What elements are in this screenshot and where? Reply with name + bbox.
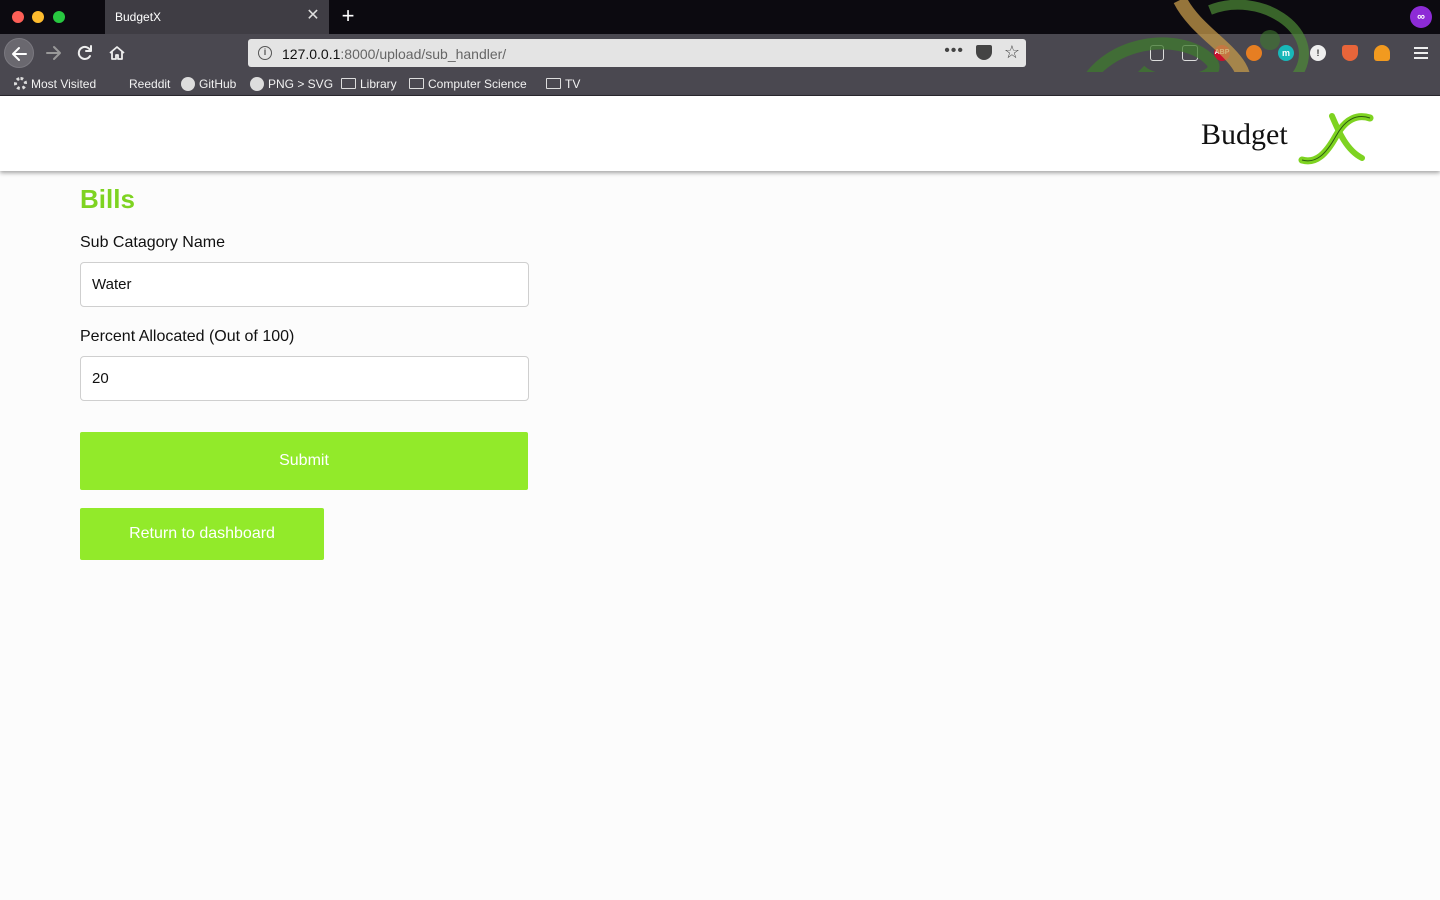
window-maximize-button[interactable] <box>53 11 65 23</box>
bookmark-label: Most Visited <box>31 77 97 91</box>
private-browsing-icon: ∞ <box>1410 6 1432 28</box>
folder-icon <box>546 78 561 90</box>
window-close-button[interactable] <box>12 11 24 23</box>
sub-category-label: Sub Catagory Name <box>80 234 225 251</box>
hamburger-menu-icon[interactable] <box>1414 44 1428 60</box>
url-host: 127.0.0.1 <box>282 46 341 62</box>
logo-text: Budget <box>1201 118 1288 151</box>
forward-button[interactable] <box>38 38 68 68</box>
bookmark-png-svg[interactable]: PNG > SVG <box>250 76 333 92</box>
bookmark-computer-science[interactable]: Computer Science <box>409 76 527 92</box>
bookmark-star-icon[interactable]: ☆ <box>1004 42 1020 62</box>
back-button[interactable] <box>4 38 34 68</box>
site-info-icon[interactable]: i <box>258 46 272 60</box>
bookmark-github[interactable]: GitHub <box>181 76 236 92</box>
tab-title: BudgetX <box>115 10 162 24</box>
bookmark-most-visited[interactable]: Most Visited <box>14 76 96 92</box>
folder-icon <box>341 78 356 90</box>
github-icon <box>181 76 195 91</box>
pocket-icon[interactable] <box>976 45 992 60</box>
reload-button[interactable] <box>70 38 100 68</box>
bookmark-library[interactable]: Library <box>341 76 397 92</box>
bookmarks-toolbar: Most Visited Reeddit GitHub PNG > SVG Li… <box>0 72 1440 96</box>
percent-allocated-input[interactable] <box>80 356 529 401</box>
bookmark-tv[interactable]: TV <box>546 76 580 92</box>
globe-icon <box>250 76 264 91</box>
gear-icon <box>14 77 27 91</box>
bookmark-label: Computer Science <box>428 77 527 91</box>
url-path: :8000/upload/sub_handler/ <box>340 46 507 62</box>
bookmark-label: PNG > SVG <box>268 77 334 91</box>
site-header: Budget <box>0 96 1440 171</box>
bookmark-label: TV <box>565 77 581 91</box>
bookmark-reeddit[interactable]: Reeddit <box>129 76 170 92</box>
url-text[interactable]: 127.0.0.1:8000/upload/sub_handler/ <box>282 46 506 62</box>
tab-close-icon[interactable]: ✕ <box>305 6 321 26</box>
window-minimize-button[interactable] <box>32 11 44 23</box>
home-icon <box>109 46 125 60</box>
back-arrow-icon <box>12 47 27 61</box>
return-to-dashboard-button[interactable]: Return to dashboard <box>80 508 324 560</box>
submit-button[interactable]: Submit <box>80 432 528 490</box>
new-tab-button[interactable]: + <box>338 3 358 29</box>
browser-tab[interactable]: BudgetX ✕ <box>105 0 329 34</box>
address-bar[interactable]: i 127.0.0.1:8000/upload/sub_handler/ •••… <box>248 39 1026 67</box>
bookmark-label: GitHub <box>199 77 237 91</box>
logo-x-icon <box>1298 113 1374 165</box>
folder-icon <box>409 78 424 90</box>
reload-icon <box>77 45 92 60</box>
page-title: Bills <box>80 184 135 214</box>
sub-category-input[interactable] <box>80 262 529 307</box>
bookmark-label: Reeddit <box>129 77 171 91</box>
forward-arrow-icon <box>46 46 61 60</box>
home-button[interactable] <box>102 38 132 68</box>
percent-allocated-label: Percent Allocated (Out of 100) <box>80 328 295 345</box>
bookmark-label: Library <box>360 77 397 91</box>
budgetx-logo[interactable]: Budget <box>1200 106 1380 166</box>
page-actions-icon[interactable]: ••• <box>944 42 964 60</box>
